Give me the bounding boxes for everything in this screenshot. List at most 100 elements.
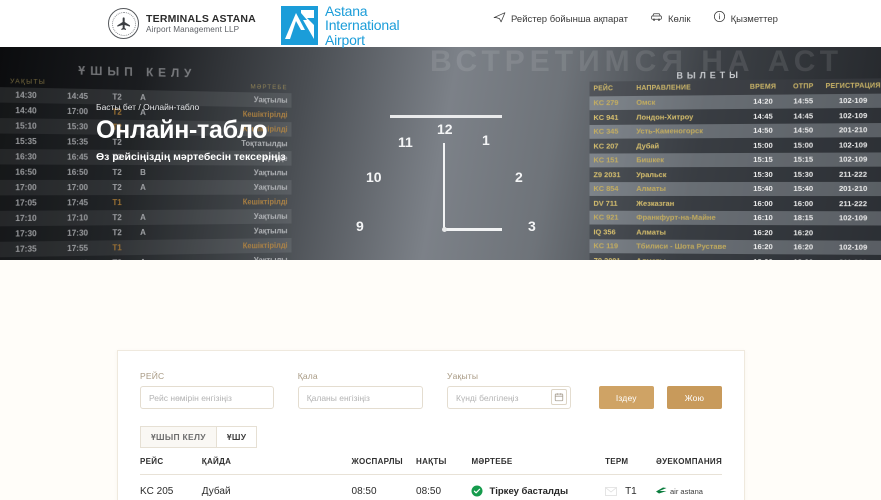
- flights-table-header-row: РЕЙС ҚАЙДА ЖОСПАРЛЫ НАҚТЫ МӘРТЕБЕ ТЕРМ Ә…: [140, 448, 722, 475]
- departures-registration: 211-222: [839, 169, 868, 179]
- departures-time: 14:20: [753, 96, 773, 107]
- arrivals-row: 16:50 16:50 T2 B Уақтылы: [0, 164, 292, 181]
- arrivals-terminal: T1: [112, 198, 122, 208]
- arrivals-actual: 17:00: [67, 183, 89, 193]
- clock-number-2: 2: [515, 169, 523, 185]
- air-astana-bird-icon: [656, 487, 667, 493]
- arrivals-actual: 14:45: [67, 91, 89, 102]
- nav-item-services[interactable]: Қызметтер: [713, 10, 778, 28]
- departures-flight: KC 207: [593, 141, 619, 151]
- nav-item-transport[interactable]: Көлік: [650, 10, 691, 28]
- tab-departures[interactable]: ҰШУ: [216, 426, 258, 448]
- aia-logo-line3: Airport: [325, 31, 365, 48]
- departures-col-reg: РЕГИСТРАЦИЯ: [825, 82, 881, 90]
- online-board-page: TERMINALS ASTANA Airport Management LLP …: [0, 0, 881, 500]
- departures-time: 15:15: [753, 155, 773, 165]
- hero-banner: ВСТРЕТИМСЯ НА АСТ ҰШЫП КЕЛУ УАҚЫТЫ МӘРТЕ…: [0, 47, 881, 260]
- arrivals-status: Уақтылы: [253, 226, 288, 236]
- envelope-icon[interactable]: [605, 486, 617, 496]
- aia-logo-line2: International: [325, 17, 400, 34]
- departures-rows-container: KC 279 Омск 14:20 14:55 102-109 KC 941 Лондон-…: [589, 93, 881, 260]
- departures-time: 16:20: [753, 242, 773, 252]
- departures-registration: 102-109: [838, 96, 868, 106]
- departures-registration: 102-109: [838, 110, 868, 121]
- departures-departure: 14:45: [793, 111, 814, 121]
- arrivals-terminal: T2: [112, 92, 122, 102]
- analog-clock: 12 1 2 3 4 8 9 10 11: [330, 115, 566, 260]
- search-form: РЕЙС Қала Уақыты: [140, 371, 723, 409]
- flight-input[interactable]: [140, 386, 274, 409]
- status-badge: Тіркеу басталды: [489, 485, 569, 497]
- arrivals-actual: 17:10: [67, 213, 89, 223]
- car-icon: [650, 10, 663, 28]
- calendar-icon[interactable]: [550, 389, 567, 405]
- departures-destination: Усть-Каменогорск: [636, 126, 703, 136]
- arrivals-terminal: T1: [112, 243, 122, 253]
- departures-departure: 18:15: [793, 213, 814, 223]
- departures-destination: Алматы: [636, 184, 666, 194]
- departures-row: KC 854 Алматы 15:40 15:40 201-210: [589, 181, 881, 197]
- departures-row: DV 711 Жезказган 16:00 16:00 211-222: [589, 195, 881, 211]
- terminals-logo-line1: TERMINALS ASTANA: [146, 12, 256, 25]
- arrivals-status: Уақтылы: [253, 168, 288, 178]
- clock-center-pin: [442, 227, 447, 232]
- cell-terminal: T1: [605, 474, 656, 500]
- departures-destination: Тбилиси - Шота Руставе: [636, 241, 727, 252]
- site-header: TERMINALS ASTANA Airport Management LLP …: [0, 0, 881, 47]
- departures-time: 14:50: [753, 126, 773, 136]
- departures-flight: KC 119: [593, 241, 619, 251]
- board-tabs: ҰШЫП КЕЛУ ҰШУ: [140, 426, 722, 448]
- arrivals-scheduled: 17:05: [15, 198, 37, 208]
- search-button[interactable]: Іздеу: [598, 386, 654, 409]
- info-icon: [713, 10, 726, 28]
- breadcrumb-home[interactable]: Басты бет: [96, 102, 136, 112]
- arrivals-terminal: T2: [112, 167, 122, 177]
- departures-flight: KC 279: [593, 98, 619, 108]
- arrivals-scheduled: 16:50: [15, 167, 37, 177]
- th-scheduled: ЖОСПАРЛЫ: [351, 448, 417, 475]
- arrivals-gate: A: [140, 182, 146, 192]
- nav-item-flight-info-label: Рейстер бойынша ақпарат: [511, 13, 628, 25]
- cell-actual: 08:50: [416, 474, 472, 500]
- flights-table-body: KC 205 Дубай 08:50 08:50 Тіркеу басталды T1 ai…: [140, 474, 722, 500]
- departures-departure: 15:00: [793, 140, 814, 150]
- flight-search-card: РЕЙС Қала Уақыты: [117, 350, 745, 500]
- airline-name: air astana: [670, 486, 703, 496]
- th-airline: ӘУЕКОМПАНИЯ: [656, 448, 722, 475]
- departures-destination: Лондон-Хитроу: [636, 112, 694, 122]
- th-status: МӘРТЕБЕ: [471, 448, 606, 475]
- departures-registration: 102-109: [838, 242, 868, 253]
- arrivals-gate: A: [140, 227, 146, 237]
- departures-departure: 16:20: [793, 227, 814, 238]
- clock-minute-hand: [443, 143, 445, 230]
- clock-number-11: 11: [398, 134, 413, 150]
- date-label: Уақыты: [447, 371, 479, 381]
- terminals-astana-logo[interactable]: TERMINALS ASTANA Airport Management LLP: [108, 8, 256, 39]
- departures-departure: 14:50: [793, 125, 814, 135]
- breadcrumb: Басты бет / Онлайн-табло: [96, 102, 286, 112]
- check-circle-icon: [471, 485, 483, 497]
- departures-flight: KC 941: [593, 112, 619, 122]
- arrivals-gate: A: [140, 93, 146, 103]
- astana-international-airport-logo[interactable]: Astana International Airport: [281, 4, 400, 48]
- table-row[interactable]: KC 205 Дубай 08:50 08:50 Тіркеу басталды T1 ai…: [140, 474, 722, 500]
- plane-icon: [493, 10, 506, 28]
- departures-departure: 16:00: [793, 198, 814, 208]
- departures-row: KC 921 Франкфурт-на-Майне 16:10 18:15 102-10…: [589, 210, 881, 226]
- departures-destination: Омск: [636, 98, 656, 108]
- arrivals-scheduled: 14:30: [15, 90, 37, 101]
- tab-arrivals[interactable]: ҰШЫП КЕЛУ: [140, 426, 217, 448]
- flight-label: РЕЙС: [140, 371, 165, 381]
- arrivals-actual: 17:45: [67, 198, 89, 208]
- reset-button[interactable]: Жою: [666, 386, 723, 409]
- departures-flight: DV 711: [593, 198, 618, 208]
- departures-destination: Алматы: [636, 227, 666, 237]
- city-input[interactable]: [297, 386, 424, 409]
- nav-item-flight-info[interactable]: Рейстер бойынша ақпарат: [493, 10, 628, 28]
- departures-row: KC 345 Усть-Каменогорск 14:50 14:50 201-210: [589, 122, 881, 139]
- content-area: РЕЙС Қала Уақыты: [0, 260, 881, 500]
- departures-row: Z9 2001Алматы18:0018:00211-222: [589, 253, 881, 260]
- departures-col-dep: ОТПР: [793, 82, 814, 91]
- breadcrumb-current: Онлайн-табло: [143, 102, 200, 112]
- arrivals-actual: 16:50: [67, 167, 89, 177]
